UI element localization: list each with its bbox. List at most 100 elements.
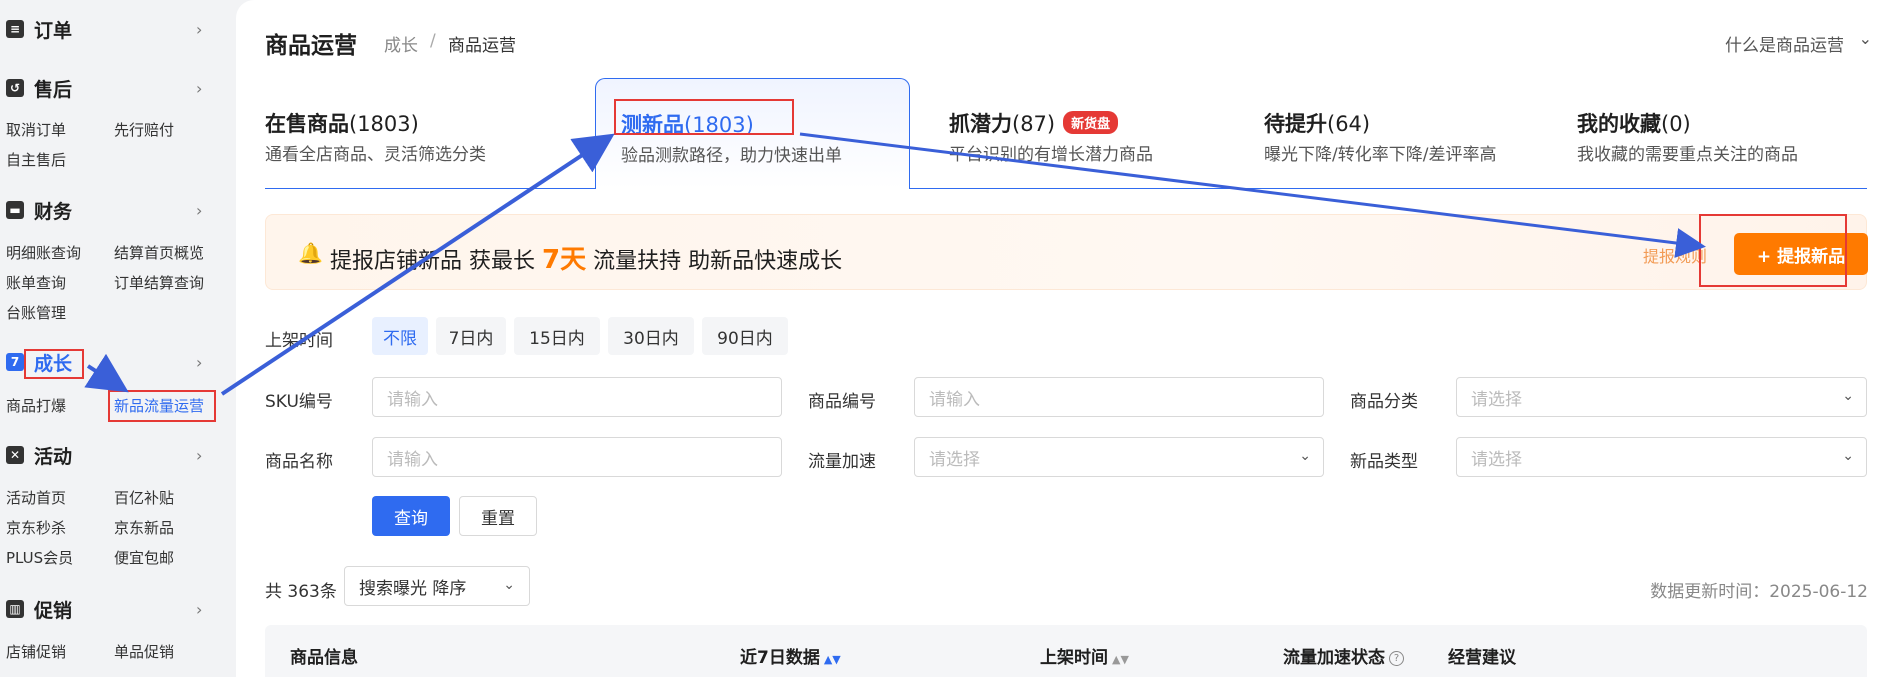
chevron-down-icon: ⌄ — [503, 577, 515, 593]
banner-text-after: 流量扶持 助新品快速成长 — [593, 249, 843, 274]
sidebar-item-cancel-order[interactable]: 取消订单 — [6, 119, 66, 140]
chevron-double-down-icon[interactable]: ⌄ — [1859, 29, 1872, 48]
traffic-boost-select[interactable]: 请选择 ⌄ — [914, 437, 1324, 477]
sidebar-item-flash-sale[interactable]: 京东秒杀 — [6, 517, 66, 538]
tab-on-sale[interactable]: 在售商品(1803) 通看全店商品、灵活筛选分类 — [265, 78, 585, 189]
column-listing-time-label: 上架时间 — [1040, 648, 1108, 668]
listing-time-label: 上架时间 — [265, 331, 333, 351]
sidebar-item-settlement-overview[interactable]: 结算首页概览 — [114, 242, 204, 263]
tab-favorites-desc: 我收藏的需要重点关注的商品 — [1577, 145, 1798, 165]
chevron-right-icon: › — [196, 600, 203, 619]
chevron-right-icon: › — [196, 79, 203, 98]
return-icon: ↺ — [6, 79, 24, 97]
sidebar-item-jd-new[interactable]: 京东新品 — [114, 517, 174, 538]
wallet-icon: ▬ — [6, 201, 24, 219]
sidebar-item-order-settlement[interactable]: 订单结算查询 — [114, 272, 204, 293]
column-7day-data-label: 近7日数据 — [740, 648, 820, 668]
listing-time-30d[interactable]: 30日内 — [608, 317, 694, 355]
sidebar-item-advance-compensation[interactable]: 先行赔付 — [114, 119, 174, 140]
tab-on-sale-title: 在售商品 — [265, 112, 349, 136]
chevron-down-icon: ⌄ — [1842, 448, 1854, 464]
category-label: 商品分类 — [1350, 392, 1418, 412]
chevron-right-icon: › — [196, 353, 203, 372]
promo-icon: ▥ — [6, 600, 24, 618]
column-7day-data[interactable]: 近7日数据 ▲▼ — [740, 643, 841, 668]
sidebar-item-shop-promo[interactable]: 店铺促销 — [6, 641, 66, 662]
sidebar-section-activity[interactable]: ✕ 活动 › — [6, 440, 206, 470]
sidebar-item-hot-product[interactable]: 商品打爆 — [6, 395, 66, 416]
category-select-value: 请选择 — [1471, 389, 1522, 410]
tab-on-sale-desc: 通看全店商品、灵活筛选分类 — [265, 145, 486, 165]
tab-to-improve-title: 待提升 — [1264, 112, 1327, 136]
sku-label: SKU编号 — [265, 392, 333, 412]
product-no-label: 商品编号 — [808, 392, 876, 412]
listing-time-15d[interactable]: 15日内 — [514, 317, 600, 355]
activity-icon: ✕ — [6, 446, 24, 464]
product-no-input[interactable]: 请输入 — [914, 377, 1324, 417]
chevron-down-icon: ⌄ — [1842, 388, 1854, 404]
breadcrumb-growth[interactable]: 成长 — [384, 31, 418, 56]
product-name-label: 商品名称 — [265, 452, 333, 472]
sidebar-section-orders[interactable]: ≡ 订单 › — [6, 14, 206, 44]
new-type-value: 请选择 — [1471, 449, 1522, 470]
tab-favorites-count: (0) — [1661, 112, 1691, 136]
column-traffic-status: 流量加速状态? — [1283, 643, 1404, 668]
sidebar-item-self-aftersale[interactable]: 自主售后 — [6, 149, 66, 170]
banner-highlight: 7天 — [542, 245, 587, 275]
page-title: 商品运营 — [265, 33, 357, 59]
tab-favorites[interactable]: 我的收藏(0) 我收藏的需要重点关注的商品 — [1577, 78, 1867, 189]
total-count: 共 363条 — [265, 582, 337, 602]
sidebar-item-bill-query[interactable]: 账单查询 — [6, 272, 66, 293]
sidebar-item-subsidy[interactable]: 百亿补贴 — [114, 487, 174, 508]
tab-to-improve-desc: 曝光下降/转化率下降/差评率高 — [1264, 145, 1497, 165]
sidebar-item-activity-home[interactable]: 活动首页 — [6, 487, 66, 508]
sidebar-section-finance[interactable]: ▬ 财务 › — [6, 195, 206, 225]
sidebar-section-promotion[interactable]: ▥ 促销 › — [6, 594, 206, 624]
sku-input[interactable]: 请输入 — [372, 377, 782, 417]
column-listing-time[interactable]: 上架时间 ▲▼ — [1040, 643, 1129, 668]
sidebar-item-account-book[interactable]: 台账管理 — [6, 302, 66, 323]
column-product-info: 商品信息 — [290, 648, 358, 668]
new-type-select[interactable]: 请选择 ⌄ — [1456, 437, 1867, 477]
listing-time-7d[interactable]: 7日内 — [436, 317, 506, 355]
annotation-box-test-new-tab — [614, 99, 794, 135]
chevron-right-icon: › — [196, 201, 203, 220]
sidebar-item-free-shipping[interactable]: 便宜包邮 — [114, 547, 174, 568]
breadcrumb-separator: / — [430, 31, 436, 51]
listing-time-unlimited[interactable]: 不限 — [372, 317, 428, 355]
sidebar-item-single-promo[interactable]: 单品促销 — [114, 641, 174, 662]
sidebar-item-detail-ledger[interactable]: 明细账查询 — [6, 242, 81, 263]
sidebar-section-aftersale[interactable]: ↺ 售后 › — [6, 73, 206, 103]
sidebar: ≡ 订单 › ↺ 售后 › 取消订单 先行赔付 自主售后 ▬ 财务 › 明细账查… — [0, 0, 234, 677]
sort-select-value: 搜索曝光 降序 — [359, 578, 467, 599]
tab-potential-count: (87) — [1012, 112, 1056, 136]
reset-button[interactable]: 重置 — [459, 496, 537, 536]
chevron-down-icon: ⌄ — [1299, 448, 1311, 464]
growth-icon: 7 — [6, 353, 24, 371]
banner-text-before: 提报店铺新品 获最长 — [330, 249, 535, 274]
help-link[interactable]: 什么是商品运营 — [1725, 31, 1844, 56]
list-icon: ≡ — [6, 20, 24, 38]
breadcrumb-current: 商品运营 — [448, 36, 516, 56]
tab-to-improve[interactable]: 待提升(64) 曝光下降/转化率下降/差评率高 — [1264, 78, 1564, 189]
sort-select[interactable]: 搜索曝光 降序 ⌄ — [344, 566, 530, 606]
table-header: 商品信息 近7日数据 ▲▼ 上架时间 ▲▼ 流量加速状态? 经营建议 — [265, 625, 1867, 677]
bell-icon: 🔔 — [298, 241, 323, 265]
tab-test-new-desc: 验品测款路径，助力快速出单 — [621, 146, 842, 166]
tab-potential-desc: 平台识别的有增长潜力商品 — [949, 145, 1153, 165]
column-traffic-status-label: 流量加速状态 — [1283, 648, 1385, 668]
category-select[interactable]: 请选择 ⌄ — [1456, 377, 1867, 417]
new-type-label: 新品类型 — [1350, 452, 1418, 472]
report-rules-link[interactable]: 提报规则 — [1643, 243, 1707, 267]
sort-icon[interactable]: ▲▼ — [1112, 653, 1129, 666]
tab-to-improve-count: (64) — [1327, 112, 1371, 136]
annotation-box-report-button — [1699, 214, 1847, 287]
listing-time-90d[interactable]: 90日内 — [702, 317, 788, 355]
question-icon[interactable]: ? — [1389, 651, 1404, 666]
sort-icon[interactable]: ▲▼ — [824, 653, 841, 666]
tab-potential[interactable]: 抓潜力(87) 新货盘 平台识别的有增长潜力商品 — [949, 78, 1249, 189]
query-button[interactable]: 查询 — [372, 496, 450, 536]
product-name-input[interactable]: 请输入 — [372, 437, 782, 477]
sidebar-item-plus-member[interactable]: PLUS会员 — [6, 547, 73, 568]
chevron-right-icon: › — [196, 20, 203, 39]
